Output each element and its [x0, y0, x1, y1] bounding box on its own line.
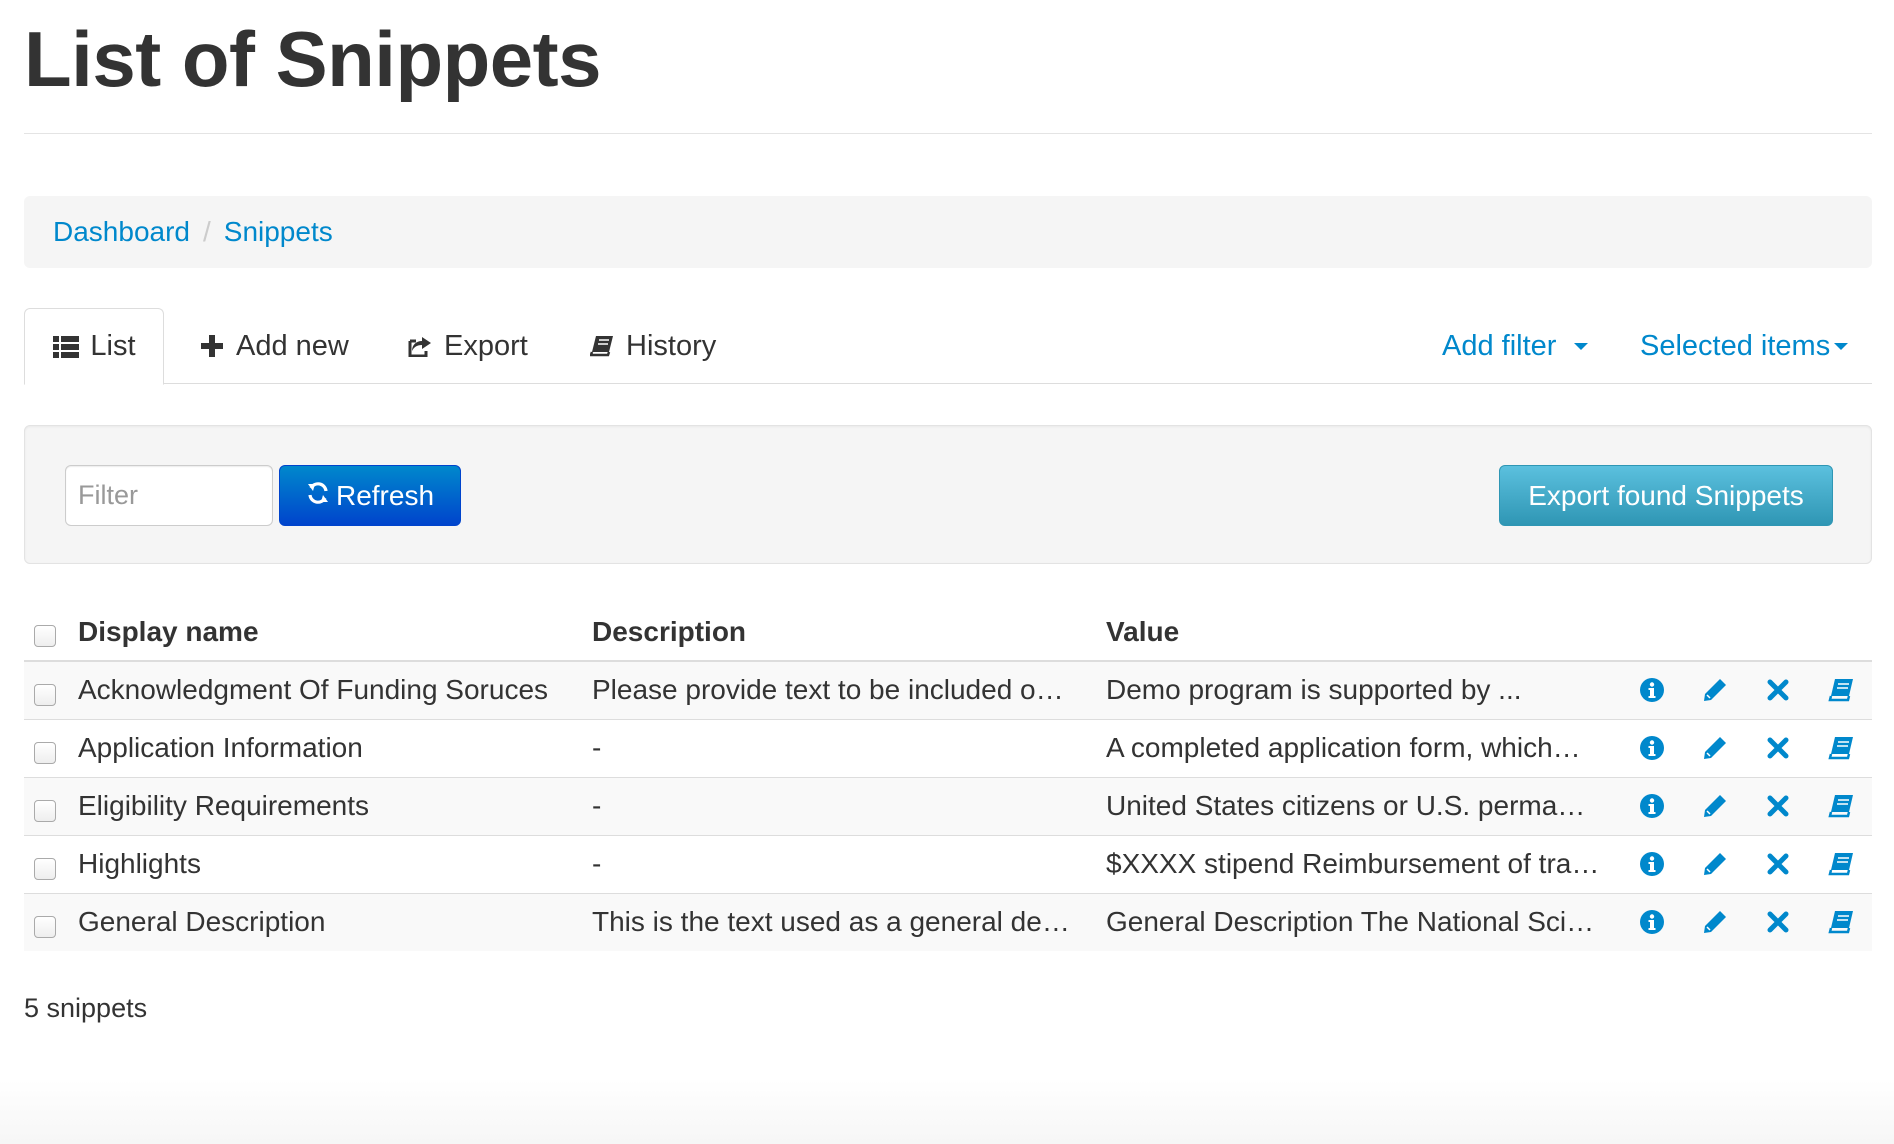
info-icon[interactable]	[1620, 677, 1683, 703]
row-value: General Description The National Sci…	[1106, 892, 1620, 951]
select-all-cell	[24, 603, 78, 662]
row-value: Demo program is supported by ...	[1106, 660, 1620, 719]
row-value: A completed application form, which…	[1106, 718, 1620, 777]
delete-icon[interactable]	[1746, 909, 1809, 935]
table-row: Application Information - A completed ap…	[24, 718, 1872, 777]
column-header-description[interactable]: Description	[592, 603, 1106, 662]
action-tabs: List Add new Export History Add filter S…	[24, 308, 1872, 385]
row-description: Please provide text to be included o…	[592, 660, 1106, 719]
row-actions	[1620, 834, 1872, 893]
delete-icon[interactable]	[1746, 677, 1809, 703]
column-header-display-name[interactable]: Display name	[78, 603, 592, 662]
row-description: This is the text used as a general de…	[592, 892, 1106, 951]
row-display-name: Application Information	[78, 718, 592, 777]
row-display-name: Acknowledgment Of Funding Soruces	[78, 660, 592, 719]
tab-export[interactable]: Export	[406, 308, 528, 384]
row-select-cell	[24, 834, 78, 893]
tab-add-new-label: Add new	[236, 329, 349, 362]
title-divider	[24, 133, 1872, 134]
row-value: $XXXX stipend Reimbursement of tra…	[1106, 834, 1620, 893]
tab-history[interactable]: History	[588, 308, 716, 384]
row-display-name: General Description	[78, 892, 592, 951]
row-actions	[1620, 892, 1872, 951]
table-row: Highlights - $XXXX stipend Reimbursement…	[24, 834, 1872, 893]
list-icon	[52, 333, 80, 361]
table-row: Acknowledgment Of Funding Soruces Please…	[24, 660, 1872, 719]
row-description: -	[592, 834, 1106, 893]
row-select-cell	[24, 892, 78, 951]
delete-icon[interactable]	[1746, 735, 1809, 761]
book-icon[interactable]	[1809, 851, 1872, 877]
delete-icon[interactable]	[1746, 851, 1809, 877]
table-row: General Description This is the text use…	[24, 892, 1872, 951]
info-icon[interactable]	[1620, 793, 1683, 819]
filter-input[interactable]	[65, 465, 273, 526]
row-description: -	[592, 776, 1106, 835]
row-actions	[1620, 660, 1872, 719]
selected-items-dropdown[interactable]: Selected items	[1640, 308, 1849, 384]
row-display-name: Eligibility Requirements	[78, 776, 592, 835]
add-filter-dropdown[interactable]: Add filter	[1442, 308, 1589, 384]
plus-icon	[198, 332, 226, 360]
row-select-cell	[24, 660, 78, 719]
book-icon[interactable]	[1809, 735, 1872, 761]
row-checkbox[interactable]	[34, 857, 56, 880]
result-count: 5 snippets	[24, 993, 148, 1023]
table-header-row: Display name Description Value	[24, 603, 1872, 662]
pencil-icon[interactable]	[1683, 909, 1746, 935]
row-checkbox[interactable]	[34, 741, 56, 764]
refresh-label: Refresh	[335, 479, 435, 511]
column-header-actions	[1620, 603, 1872, 662]
tab-list[interactable]: List	[24, 308, 164, 385]
tab-history-label: History	[626, 329, 717, 362]
tab-list-label: List	[90, 330, 136, 362]
export-found-button[interactable]: Export found Snippets	[1499, 465, 1833, 526]
refresh-icon	[306, 480, 330, 512]
pencil-icon[interactable]	[1683, 735, 1746, 761]
pencil-icon[interactable]	[1683, 677, 1746, 703]
select-all-checkbox[interactable]	[34, 625, 56, 648]
row-checkbox[interactable]	[34, 799, 56, 822]
pencil-icon[interactable]	[1683, 851, 1746, 877]
row-description: -	[592, 718, 1106, 777]
caret-down-icon	[1574, 342, 1589, 350]
selected-items-label: Selected items	[1640, 329, 1831, 362]
row-checkbox[interactable]	[34, 915, 56, 938]
breadcrumb-dashboard[interactable]: Dashboard	[53, 216, 190, 248]
snippets-table: Display name Description Value Acknowled…	[24, 603, 1872, 951]
row-checkbox[interactable]	[34, 683, 56, 706]
book-icon[interactable]	[1809, 677, 1872, 703]
tab-export-label: Export	[444, 329, 528, 362]
pencil-icon[interactable]	[1683, 793, 1746, 819]
add-filter-label: Add filter	[1442, 329, 1557, 362]
filter-toolbar: Refresh Export found Snippets	[24, 425, 1872, 564]
tab-add-new[interactable]: Add new	[198, 308, 349, 384]
row-select-cell	[24, 776, 78, 835]
row-display-name: Highlights	[78, 834, 592, 893]
column-header-value[interactable]: Value	[1106, 603, 1620, 662]
row-actions	[1620, 718, 1872, 777]
info-icon[interactable]	[1620, 735, 1683, 761]
delete-icon[interactable]	[1746, 793, 1809, 819]
breadcrumb-snippets[interactable]: Snippets	[224, 216, 333, 248]
book-icon	[588, 332, 616, 360]
share-icon	[406, 332, 434, 360]
breadcrumb: Dashboard / Snippets	[24, 196, 1872, 268]
refresh-button[interactable]: Refresh	[279, 465, 461, 526]
row-select-cell	[24, 718, 78, 777]
page: List of Snippets Dashboard / Snippets Li…	[0, 0, 1894, 1144]
book-icon[interactable]	[1809, 909, 1872, 935]
caret-down-icon	[1834, 342, 1849, 350]
breadcrumb-separator: /	[202, 216, 211, 247]
table-row: Eligibility Requirements - United States…	[24, 776, 1872, 835]
info-icon[interactable]	[1620, 851, 1683, 877]
book-icon[interactable]	[1809, 793, 1872, 819]
page-title: List of Snippets	[24, 15, 602, 103]
row-actions	[1620, 776, 1872, 835]
row-value: United States citizens or U.S. perma…	[1106, 776, 1620, 835]
info-icon[interactable]	[1620, 909, 1683, 935]
